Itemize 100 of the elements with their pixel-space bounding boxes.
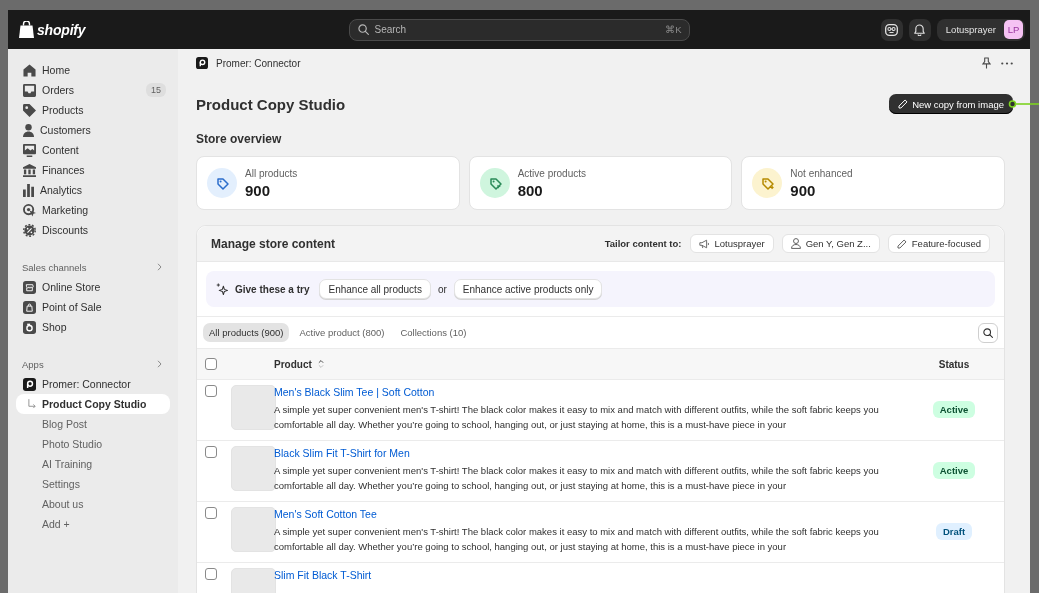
- inbox-icon: [23, 83, 36, 97]
- checkbox[interactable]: [205, 446, 217, 458]
- target-icon: [23, 203, 36, 217]
- shop-app-icon: [23, 320, 36, 334]
- enhance-button[interactable]: Enhance active products only: [453, 279, 603, 299]
- sidebar-item[interactable]: Promer: Connector: [16, 374, 170, 394]
- pin-button[interactable]: [982, 57, 991, 69]
- photo-placeholder: [231, 385, 276, 430]
- search-icon: [357, 24, 369, 35]
- app-logo-icon: [23, 377, 36, 391]
- discount-badge-icon: [23, 223, 36, 237]
- filter-tab[interactable]: All products (900): [203, 323, 290, 342]
- suggestion-label: Give these a try: [235, 283, 310, 295]
- separator-text: or: [437, 283, 447, 295]
- sidebar-item[interactable]: Online Store: [16, 277, 170, 297]
- notifications-button[interactable]: [908, 18, 931, 41]
- column-header: Status: [938, 358, 970, 370]
- tag-icon: [207, 168, 237, 198]
- bell-icon: [914, 23, 926, 36]
- sidebar-item[interactable]: Analytics: [16, 180, 170, 200]
- tag-icon: [479, 168, 510, 198]
- sidebar-item[interactable]: Customers: [16, 120, 170, 140]
- user-avatar: LP: [1004, 20, 1023, 39]
- bank-icon: [23, 163, 36, 177]
- tag-icon: [23, 103, 36, 117]
- bar-chart-icon: [23, 183, 34, 197]
- person-outline-icon: [790, 238, 801, 249]
- robot-face-icon: [885, 23, 899, 36]
- product-title-link[interactable]: Men's Black Slim Tee | Soft Cotton: [274, 386, 435, 399]
- filter-tab[interactable]: Active product (800): [293, 323, 391, 342]
- product-title-link[interactable]: Men's Soft Cotton Tee: [274, 508, 377, 521]
- storefront-icon: [23, 280, 36, 294]
- sidebar-item[interactable]: Discounts: [16, 220, 170, 240]
- tag-icon: [752, 168, 783, 198]
- sidebar-item[interactable]: Finances: [16, 160, 170, 180]
- user-menu-button[interactable]: Lotusprayer LP: [936, 18, 1025, 41]
- assistant-button[interactable]: [880, 18, 903, 41]
- sidebar-item[interactable]: Home: [16, 60, 170, 80]
- stat-value: 900: [245, 181, 272, 199]
- tailor-option-button[interactable]: Lotusprayer: [689, 234, 774, 253]
- checkbox[interactable]: [205, 358, 217, 370]
- status-badge: Active: [932, 401, 976, 418]
- sidebar-subitem[interactable]: Product Copy Studio: [16, 394, 170, 414]
- sidebar-subitem[interactable]: Photo Studio: [16, 434, 170, 454]
- checkbox[interactable]: [205, 385, 217, 397]
- sidebar-item[interactable]: Shop: [16, 317, 170, 337]
- photo-placeholder: [231, 507, 276, 552]
- sidebar-item[interactable]: Marketing: [16, 200, 170, 220]
- monitor-icon: [23, 143, 36, 157]
- sidebar-item[interactable]: Products: [16, 100, 170, 120]
- sort-column-header[interactable]: Product: [274, 358, 324, 370]
- shopping-bag-logo-icon: [19, 21, 34, 38]
- tailor-option-button[interactable]: Feature-focused: [887, 234, 990, 253]
- filter-tab[interactable]: Collections (10): [394, 323, 473, 342]
- app-logo-icon: [196, 57, 208, 69]
- product-description: A simple yet super convenient men's T-shirt! The black color makes it easy to mix and match with different outfits, while the soft fabric keeps you comfortable all day. Whether you’re going to school, hanging out, or just staying at home, this is a must-have piece in your: [274, 525, 880, 554]
- tailor-option-button[interactable]: Gen Y, Gen Z...: [781, 234, 880, 253]
- sparkle-icon: [216, 283, 228, 295]
- stat-value: 900: [790, 181, 817, 199]
- chevron-right-icon: [157, 360, 162, 368]
- stat-label: All products: [245, 167, 298, 179]
- sidebar-item[interactable]: Point of Sale: [16, 297, 170, 317]
- new-copy-button[interactable]: New copy from image: [889, 94, 1013, 114]
- pencil-icon: [898, 99, 909, 109]
- product-description: A simple yet super convenient men's T-shirt! The black color makes it easy to mix and match with different outfits, while the soft fabric keeps you comfortable all day. Whether you’re going to school, hanging out, or just staying at home, this is a must-have piece in your: [274, 403, 880, 432]
- stat-label: Active products: [517, 167, 587, 179]
- megaphone-icon: [698, 238, 710, 249]
- stat-value: 800: [517, 181, 544, 199]
- shopping-bag-icon: [23, 300, 36, 314]
- sort-arrows-icon: [317, 359, 324, 369]
- product-title-link[interactable]: Slim Fit Black T-Shirt: [274, 569, 372, 582]
- enhance-button[interactable]: Enhance all products: [319, 279, 431, 299]
- sidebar-item[interactable]: Orders 15: [16, 80, 170, 100]
- keyboard-shortcut: ⌘K: [665, 23, 682, 35]
- connector-line: [1008, 100, 1039, 108]
- sidebar-subitem[interactable]: Settings: [16, 474, 170, 494]
- checkbox[interactable]: [205, 507, 217, 519]
- chevron-right-icon: [157, 263, 162, 271]
- sidebar-item[interactable]: Content: [16, 140, 170, 160]
- more-icon: [1001, 61, 1013, 65]
- photo-placeholder: [231, 446, 276, 491]
- sidebar-subitem[interactable]: AI Training: [16, 454, 170, 474]
- card-title: Manage store content: [211, 236, 336, 251]
- status-badge: Active: [932, 462, 976, 479]
- elbow-arrow-icon: [28, 398, 36, 410]
- tailor-label: Tailor content to:: [604, 238, 682, 249]
- person-icon: [23, 123, 34, 137]
- checkbox[interactable]: [205, 568, 217, 580]
- search-icon: [983, 327, 993, 338]
- status-badge: Draft: [935, 523, 973, 540]
- sidebar-subitem[interactable]: About us: [16, 494, 170, 514]
- section-header[interactable]: Apps: [16, 354, 170, 374]
- product-title-link[interactable]: Black Slim Fit T-Shirt for Men: [274, 447, 410, 460]
- section-title: Store overview: [196, 132, 283, 146]
- more-actions-button[interactable]: [1001, 61, 1013, 65]
- sidebar-subitem[interactable]: Add +: [16, 514, 170, 534]
- pin-icon: [982, 57, 991, 69]
- section-header[interactable]: Sales channels: [16, 257, 170, 277]
- search-button[interactable]: [978, 322, 998, 343]
- sidebar-subitem[interactable]: Blog Post: [16, 414, 170, 434]
